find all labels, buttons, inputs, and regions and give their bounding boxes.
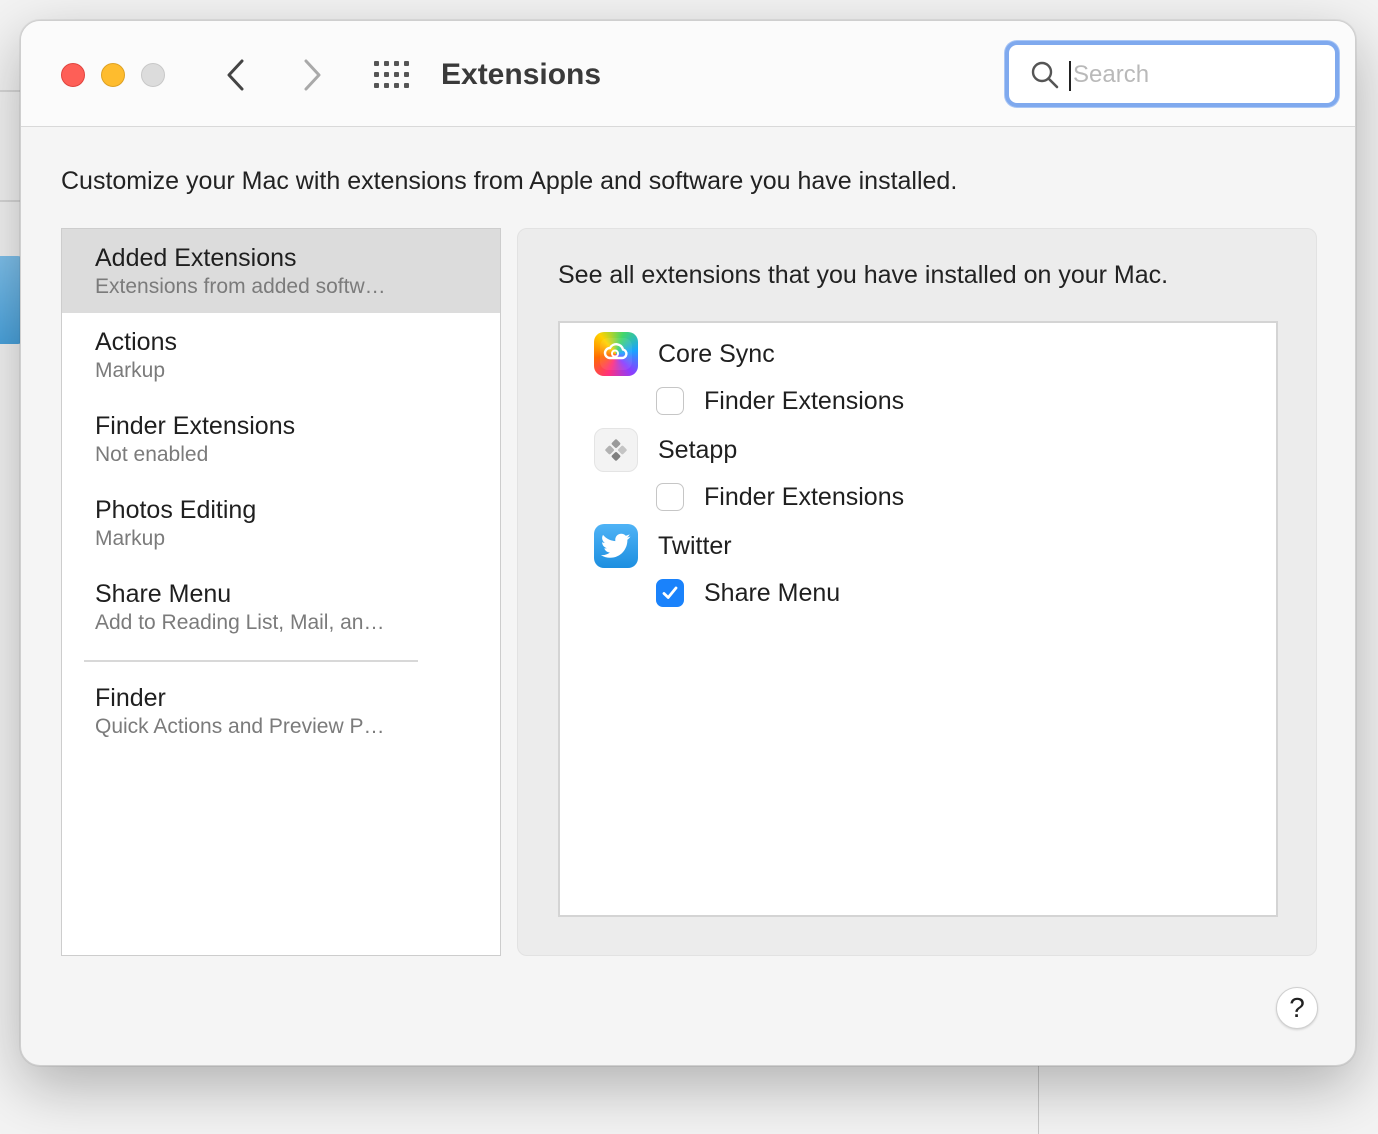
list-item-finder[interactable]: Finder Quick Actions and Preview P… xyxy=(62,669,500,753)
list-item-share-menu[interactable]: Share Menu Add to Reading List, Mail, an… xyxy=(62,565,500,649)
setapp-icon xyxy=(594,428,638,472)
app-name: Setapp xyxy=(658,435,738,464)
app-name: Core Sync xyxy=(658,339,775,368)
window-title: Extensions xyxy=(441,58,602,91)
back-button[interactable] xyxy=(221,55,251,95)
app-row-core-sync: Core Sync xyxy=(594,331,775,377)
checkbox[interactable] xyxy=(656,579,684,607)
list-item-photos-editing[interactable]: Photos Editing Markup xyxy=(62,481,500,565)
extension-label: Finder Extensions xyxy=(704,386,905,415)
list-divider xyxy=(84,660,418,662)
list-item-finder-extensions[interactable]: Finder Extensions Not enabled xyxy=(62,397,500,481)
chevron-left-icon xyxy=(227,59,244,91)
help-button[interactable]: ? xyxy=(1276,987,1318,1029)
grid-icon xyxy=(374,61,409,88)
background-divider xyxy=(0,90,22,92)
list-item-subtitle: Extensions from added softw… xyxy=(95,275,386,298)
background-divider xyxy=(1038,1066,1039,1134)
installed-extensions-list: Core Sync Finder Extensions Setapp Finde… xyxy=(558,321,1278,917)
checkmark-icon xyxy=(662,586,678,599)
search-icon xyxy=(1031,61,1059,89)
text-cursor xyxy=(1069,61,1071,91)
app-name: Twitter xyxy=(658,531,732,560)
extension-toggle-core-sync-finder[interactable]: Finder Extensions xyxy=(656,385,904,417)
list-item-title: Photos Editing xyxy=(95,496,257,524)
list-item-subtitle: Quick Actions and Preview P… xyxy=(95,715,385,738)
show-all-button[interactable] xyxy=(371,57,413,93)
toolbar: Extensions xyxy=(21,21,1355,127)
list-item-subtitle: Not enabled xyxy=(95,443,209,466)
list-item-subtitle: Markup xyxy=(95,527,166,550)
checkbox[interactable] xyxy=(656,387,684,415)
extensions-window: Extensions Customize your Mac with exten… xyxy=(20,20,1356,1066)
list-item-title: Finder xyxy=(95,684,166,712)
minimize-button[interactable] xyxy=(101,63,125,87)
forward-button[interactable] xyxy=(297,55,327,95)
twitter-icon xyxy=(594,524,638,568)
creative-cloud-icon xyxy=(594,332,638,376)
list-item-actions[interactable]: Actions Markup xyxy=(62,313,500,397)
list-item-subtitle: Markup xyxy=(95,359,166,382)
extension-label: Share Menu xyxy=(704,578,841,607)
list-item-title: Actions xyxy=(95,328,177,356)
app-row-twitter: Twitter xyxy=(594,523,732,569)
background-element xyxy=(0,256,22,344)
extension-categories-list: Added Extensions Extensions from added s… xyxy=(61,228,501,956)
checkbox[interactable] xyxy=(656,483,684,511)
intro-text: Customize your Mac with extensions from … xyxy=(61,167,958,195)
search-input[interactable] xyxy=(1073,55,1323,95)
list-item-title: Finder Extensions xyxy=(95,412,296,440)
list-item-subtitle: Add to Reading List, Mail, an… xyxy=(95,611,385,634)
search-field[interactable] xyxy=(1005,41,1339,107)
detail-description: See all extensions that you have install… xyxy=(558,261,1169,289)
list-item-title: Added Extensions xyxy=(95,244,297,272)
zoom-button[interactable] xyxy=(141,63,165,87)
extension-detail-panel: See all extensions that you have install… xyxy=(517,228,1317,956)
extension-label: Finder Extensions xyxy=(704,482,905,511)
chevron-right-icon xyxy=(304,59,321,91)
extension-toggle-setapp-finder[interactable]: Finder Extensions xyxy=(656,481,904,513)
list-item-title: Share Menu xyxy=(95,580,232,608)
extension-toggle-twitter-share[interactable]: Share Menu xyxy=(656,577,840,609)
list-item-added-extensions[interactable]: Added Extensions Extensions from added s… xyxy=(62,229,500,313)
close-button[interactable] xyxy=(61,63,85,87)
app-row-setapp: Setapp xyxy=(594,427,737,473)
background-divider xyxy=(0,200,22,202)
